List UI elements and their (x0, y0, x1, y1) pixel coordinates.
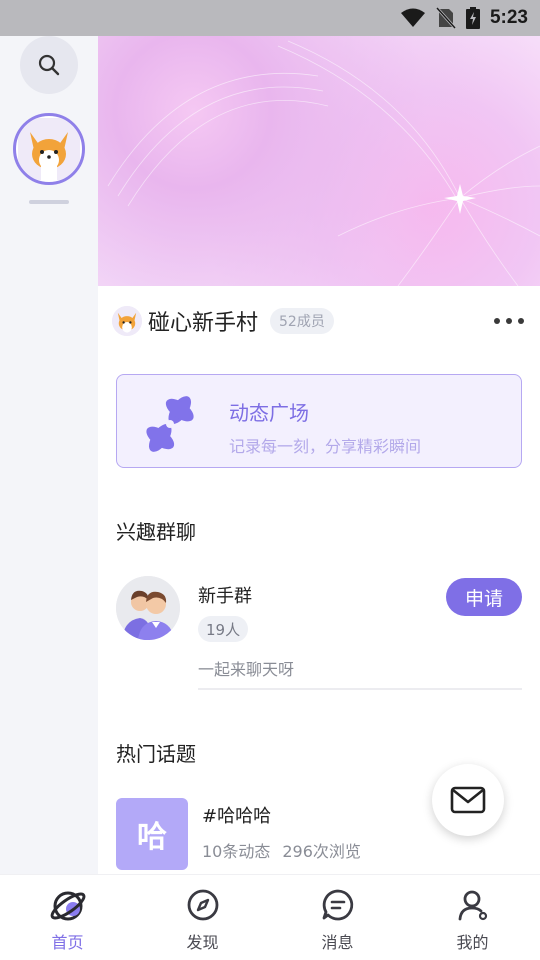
topic-thumbnail: 哈 (116, 798, 188, 870)
nav-label-profile: 我的 (456, 933, 489, 952)
nav-item-messages[interactable]: 消息 (270, 875, 405, 960)
topic-view-count: 296次浏览 (282, 842, 361, 861)
rail-selected-indicator (29, 200, 69, 204)
topic-post-count: 10条动态 (202, 842, 271, 861)
rail-group-avatar[interactable] (13, 113, 85, 185)
group-avatar (112, 306, 142, 336)
bottom-nav: 首页 发现 消息 我的 (0, 874, 540, 960)
chat-name: 新手群 (198, 586, 252, 607)
chat-description: 一起来聊天呀 (198, 660, 295, 679)
mail-icon (450, 786, 486, 814)
interest-chats-title: 兴趣群聊 (116, 520, 196, 544)
hot-topics-title: 热门话题 (116, 742, 196, 766)
planet-icon (48, 885, 88, 925)
compass-icon (183, 885, 223, 925)
pinwheel-icon (146, 396, 194, 452)
two-people-avatar-icon (116, 576, 180, 640)
status-time: 5:23 (489, 7, 528, 28)
group-banner (98, 36, 540, 286)
group-main-panel: 碰心新手村 52成员 动态广场 记录每一刻，分享精彩瞬间 兴趣群聊 新手群 19… (98, 36, 540, 874)
nav-item-profile[interactable]: 我的 (405, 875, 540, 960)
banner-decoration (107, 40, 540, 286)
group-chat-item[interactable]: 新手群 19人 一起来聊天呀 申请 (116, 574, 522, 690)
moments-plaza-card[interactable]: 动态广场 记录每一刻，分享精彩瞬间 (116, 374, 522, 468)
nav-label-messages: 消息 (321, 933, 354, 952)
member-count-badge[interactable]: 52成员 (270, 308, 334, 334)
corgi-avatar-small-icon (112, 306, 142, 336)
nav-item-home[interactable]: 首页 (0, 875, 135, 960)
apply-join-button[interactable]: 申请 (446, 578, 522, 616)
divider (198, 688, 522, 690)
status-icons: 5:23 (400, 6, 528, 30)
plaza-title: 动态广场 (229, 401, 309, 425)
search-button[interactable] (20, 36, 78, 94)
status-bar: 5:23 (0, 0, 540, 36)
topic-stats: 10条动态 296次浏览 (202, 838, 361, 862)
nav-label-home: 首页 (51, 933, 84, 952)
topic-title: #哈哈哈 (202, 806, 272, 827)
nav-label-discover: 发现 (186, 933, 219, 952)
user-icon (453, 885, 493, 925)
battery-charging-icon (465, 7, 480, 29)
more-dots-icon (494, 318, 500, 324)
group-header: 碰心新手村 52成员 (112, 304, 528, 338)
wifi-icon (400, 8, 425, 27)
chat-bubble-icon (318, 885, 358, 925)
no-sim-icon (435, 7, 456, 29)
corgi-avatar-icon (18, 118, 80, 180)
plaza-subtitle: 记录每一刻，分享精彩瞬间 (229, 437, 422, 456)
more-options-button[interactable] (494, 310, 524, 332)
group-name: 碰心新手村 (148, 311, 259, 336)
search-icon (38, 54, 60, 76)
group-rail (0, 36, 98, 874)
nav-item-discover[interactable]: 发现 (135, 875, 270, 960)
chat-member-count: 19人 (198, 616, 249, 642)
message-fab-button[interactable] (432, 764, 504, 836)
chat-avatar (116, 576, 180, 640)
